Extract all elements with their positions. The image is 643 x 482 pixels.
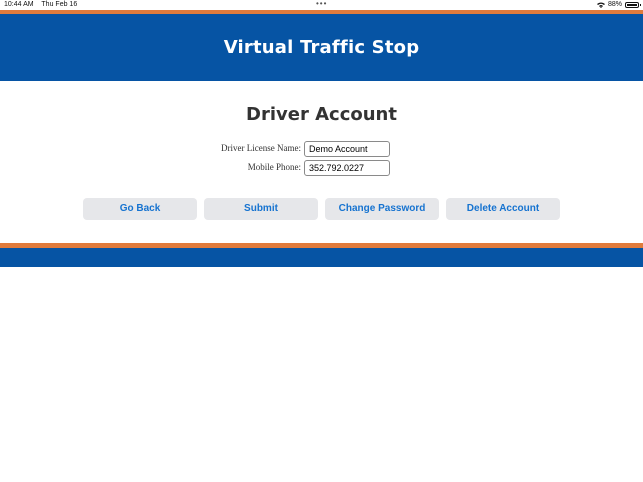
app-footer xyxy=(0,248,643,267)
wifi-icon xyxy=(596,2,605,8)
page-title: Driver Account xyxy=(246,104,397,125)
mobile-phone-input[interactable] xyxy=(304,160,390,176)
app-title: Virtual Traffic Stop xyxy=(223,37,420,58)
app-header: Virtual Traffic Stop xyxy=(0,14,643,81)
license-name-input[interactable] xyxy=(304,141,390,157)
submit-button[interactable]: Submit xyxy=(204,198,318,220)
change-password-button[interactable]: Change Password xyxy=(325,198,439,220)
battery-icon xyxy=(625,2,641,8)
multitasking-dots-icon[interactable]: ••• xyxy=(316,0,327,9)
status-bar-right: 88% xyxy=(596,0,641,10)
mobile-phone-row: Mobile Phone: xyxy=(0,160,643,178)
mobile-phone-label: Mobile Phone: xyxy=(247,162,301,172)
status-bar-left: 10:44 AM Thu Feb 16 xyxy=(4,0,83,10)
battery-percentage: 88% xyxy=(607,1,622,8)
status-time: 10:44 AM xyxy=(4,1,34,8)
status-date: Thu Feb 16 xyxy=(41,1,78,8)
license-name-row: Driver License Name: xyxy=(0,141,643,159)
license-name-label: Driver License Name: xyxy=(221,143,301,153)
delete-account-button[interactable]: Delete Account xyxy=(446,198,560,220)
status-bar: 10:44 AM Thu Feb 16 ••• 88% xyxy=(0,0,643,10)
go-back-button[interactable]: Go Back xyxy=(83,198,197,220)
